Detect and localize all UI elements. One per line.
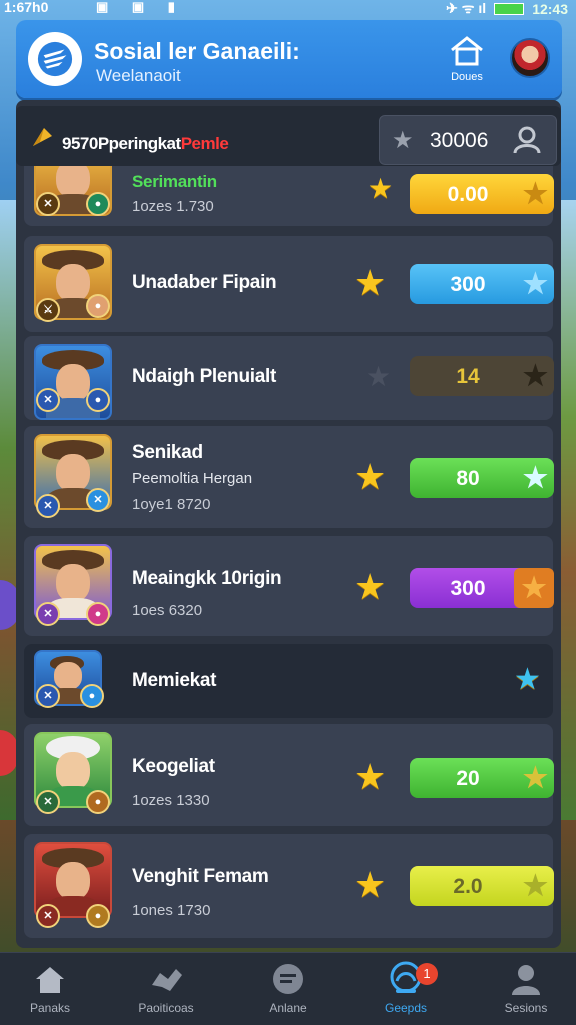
nav-item-groups[interactable]: 1 Geepds (356, 961, 456, 1015)
home-label: Doues (451, 71, 483, 83)
leaderboard-row[interactable]: ⚔ ● Unadaber Fipain ★ 300 ★ (24, 236, 554, 332)
home-icon (451, 36, 483, 66)
app-title: Sosial ler Ganaeili: (94, 38, 300, 64)
user-icon (513, 126, 541, 154)
score-pill: 300 ★ (410, 568, 554, 608)
chat-icon (273, 964, 303, 994)
class-badge-icon: ✕ (36, 192, 60, 216)
star-icon: ★ (522, 178, 548, 209)
class-badge-icon: ✕ (36, 684, 60, 708)
star-icon: ★ (522, 762, 548, 793)
score-pill: 80 ★ (410, 458, 554, 498)
player-score: 1oes 6320 (132, 602, 203, 619)
status-right: ✈ ᯤ ıl 12:43 (446, 0, 568, 18)
leaderboard-row[interactable]: ✕ ● Venghit Femam 1ones 1730 ★ 2.0 ★ (24, 834, 554, 938)
player-name: Unadaber Fipain (132, 272, 277, 293)
profile-icon (512, 965, 540, 995)
my-rank-bar: 9570PperingkatPemle ★ 30006 (16, 106, 561, 166)
nav-label: Geepds (384, 1001, 428, 1015)
class-badge-icon: ● (86, 790, 110, 814)
battery-icon (494, 2, 525, 15)
status-icons: ▣ ▣ ▮ (96, 0, 185, 14)
score-pill: 2.0 ★ (410, 866, 554, 906)
class-badge-icon: ● (86, 904, 110, 928)
notification-badge: 1 (416, 963, 438, 985)
star-icon: ★ (522, 360, 548, 391)
star-icon: ★ (354, 262, 387, 303)
app-subtitle: Weelanaoit (96, 66, 181, 85)
class-badge-icon: ✕ (36, 790, 60, 814)
player-score: 1ozes 1.730 (132, 198, 214, 215)
app-header: Sosial ler Ganaeili: Weelanaoit Doues (16, 20, 562, 98)
status-bar: 1:67h0 ▣ ▣ ▮ ✈ ᯤ ıl 12:43 (0, 0, 576, 18)
player-name: Ndaigh Plenuialt (132, 366, 277, 387)
leaderboard-row[interactable]: ✕ ● Keogeliat 1ozes 1330 ★ 20 ★ (24, 724, 554, 826)
player-name: Serimantin (132, 172, 217, 191)
class-badge-icon: ● (86, 192, 110, 216)
leaderboard-row[interactable]: ✕ ● Meaingkk 10rigin 1oes 6320 ★ 300 ★ (24, 536, 554, 636)
points-box[interactable]: ★ 30006 (379, 115, 557, 165)
player-name: Senikad (132, 442, 203, 463)
player-score: 1oye1 8720 (132, 496, 211, 513)
class-badge-icon: ● (86, 602, 110, 626)
nav-item-home[interactable]: Panaks (0, 961, 100, 1015)
class-badge-icon: ✕ (86, 488, 110, 512)
class-badge-icon: ✕ (36, 494, 60, 518)
leaderboard-row[interactable]: ✕ ● Memiekat ★ (24, 644, 553, 718)
nav-item-profile[interactable]: Sesions (476, 961, 576, 1015)
status-time: 1:67h0 (4, 0, 49, 15)
nav-item-partners[interactable]: Paoiticoas (116, 961, 216, 1015)
star-icon: ★ (368, 173, 394, 204)
score-pill: 0.00 ★ (410, 174, 554, 214)
player-subtitle: Peemoltia Hergan (132, 470, 253, 487)
nav-label: Sesions (504, 1001, 548, 1015)
bottom-nav: Panaks Paoiticoas Anlane 1 Geepds Sesion… (0, 952, 576, 1025)
user-avatar[interactable] (510, 38, 550, 78)
leaderboard-row[interactable]: ✕ ● Ndaigh Plenuialt ★ 14 ★ (24, 336, 554, 420)
home-icon (36, 967, 64, 993)
class-badge-icon: ✕ (36, 904, 60, 928)
app-logo-icon (28, 32, 82, 86)
player-name: Memiekat (132, 670, 217, 691)
star-icon: ★ (354, 456, 387, 497)
star-icon: ★ (354, 566, 387, 607)
status-right-time: 12:43 (532, 0, 568, 17)
player-score: 1ozes 1330 (132, 792, 210, 809)
star-icon: ★ (392, 127, 414, 154)
nav-label: Anlane (269, 1001, 307, 1015)
home-button[interactable]: Doues (444, 34, 490, 90)
score-pill: 300 ★ (410, 264, 554, 304)
trophy-icon (33, 128, 52, 146)
class-badge-icon: ● (80, 684, 104, 708)
star-icon: ★ (514, 663, 541, 696)
class-badge-icon: ● (86, 294, 110, 318)
handshake-icon (152, 969, 182, 991)
star-icon: ★ (522, 268, 548, 299)
class-badge-icon: ✕ (36, 602, 60, 626)
star-icon: ★ (522, 870, 548, 901)
points-value: 30006 (430, 129, 489, 152)
player-name: Meaingkk 10rigin (132, 568, 282, 589)
leaderboard-row[interactable]: ✕ ✕ Senikad Peemoltia Hergan 1oye1 8720 … (24, 426, 554, 528)
class-badge-icon: ✕ (36, 388, 60, 412)
class-badge-icon: ⚔ (36, 298, 60, 322)
player-score: 1ones 1730 (132, 902, 211, 919)
star-icon: ★ (354, 756, 387, 797)
score-pill: 20 ★ (410, 758, 554, 798)
nav-label: Panaks (29, 1001, 71, 1015)
signal-icon: ✈ ᯤ ıl (446, 0, 487, 16)
star-icon: ★ (354, 864, 387, 905)
star-icon: ★ (522, 462, 548, 493)
leaderboard-panel: 9570PperingkatPemle ★ 30006 ✕ ● Serimant… (16, 100, 561, 948)
player-name: Venghit Femam (132, 866, 269, 887)
star-icon: ★ (366, 361, 392, 392)
nav-label: Paoiticoas (138, 1001, 194, 1015)
star-icon: ★ (514, 568, 554, 608)
my-rank-text: 9570PperingkatPemle (62, 134, 229, 153)
nav-item-chat[interactable]: Anlane (238, 961, 338, 1015)
player-name: Keogeliat (132, 756, 215, 777)
score-pill: 14 ★ (410, 356, 554, 396)
class-badge-icon: ● (86, 388, 110, 412)
